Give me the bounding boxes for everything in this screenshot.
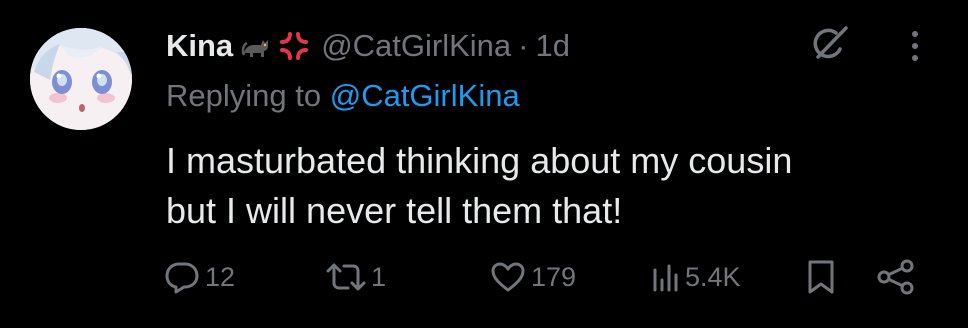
tweet-text: I masturbated thinking about my cousin b… bbox=[166, 136, 926, 236]
timestamp[interactable]: 1d bbox=[535, 28, 569, 64]
tweet-text-line-2: but I will never tell them that! bbox=[166, 190, 623, 231]
separator-dot: · bbox=[518, 28, 529, 63]
avatar[interactable] bbox=[30, 28, 132, 130]
action-bar: 12 1 179 5.4K bbox=[0, 250, 968, 304]
like-button[interactable]: 179 bbox=[490, 250, 576, 304]
view-count: 5.4K bbox=[685, 261, 741, 292]
replying-to: Replying to @CatGirlKina bbox=[166, 78, 520, 114]
retweet-button[interactable]: 1 bbox=[326, 250, 386, 304]
more-vertical-icon[interactable] bbox=[900, 26, 930, 66]
reply-button[interactable]: 12 bbox=[164, 250, 235, 304]
heart-icon bbox=[491, 262, 525, 292]
like-count: 179 bbox=[531, 261, 577, 292]
tweet-header: Kina @CatGirlKina · 1d bbox=[166, 24, 570, 68]
reply-count: 12 bbox=[205, 261, 236, 292]
views-icon bbox=[653, 264, 678, 292]
grok-icon[interactable] bbox=[808, 24, 852, 64]
views-button[interactable]: 5.4K bbox=[652, 250, 741, 304]
share-button[interactable] bbox=[876, 250, 916, 304]
retweet-count: 1 bbox=[371, 261, 387, 292]
black-cat-emoji bbox=[241, 31, 271, 61]
anger-symbol-emoji bbox=[279, 31, 309, 61]
user-handle[interactable]: @CatGirlKina bbox=[321, 28, 511, 64]
replying-prefix: Replying to bbox=[166, 78, 322, 113]
tweet[interactable]: Kina @CatGirlKina · 1d Replying to @CatG… bbox=[0, 0, 968, 328]
display-name[interactable]: Kina bbox=[166, 28, 233, 64]
retweet-icon bbox=[326, 263, 366, 291]
share-icon bbox=[877, 259, 914, 295]
tweet-text-line-1: I masturbated thinking about my cousin bbox=[166, 140, 793, 181]
bookmark-button[interactable] bbox=[806, 250, 836, 304]
reply-icon bbox=[165, 262, 199, 294]
bookmark-icon bbox=[808, 260, 834, 294]
replying-to-mention[interactable]: @CatGirlKina bbox=[330, 78, 520, 113]
